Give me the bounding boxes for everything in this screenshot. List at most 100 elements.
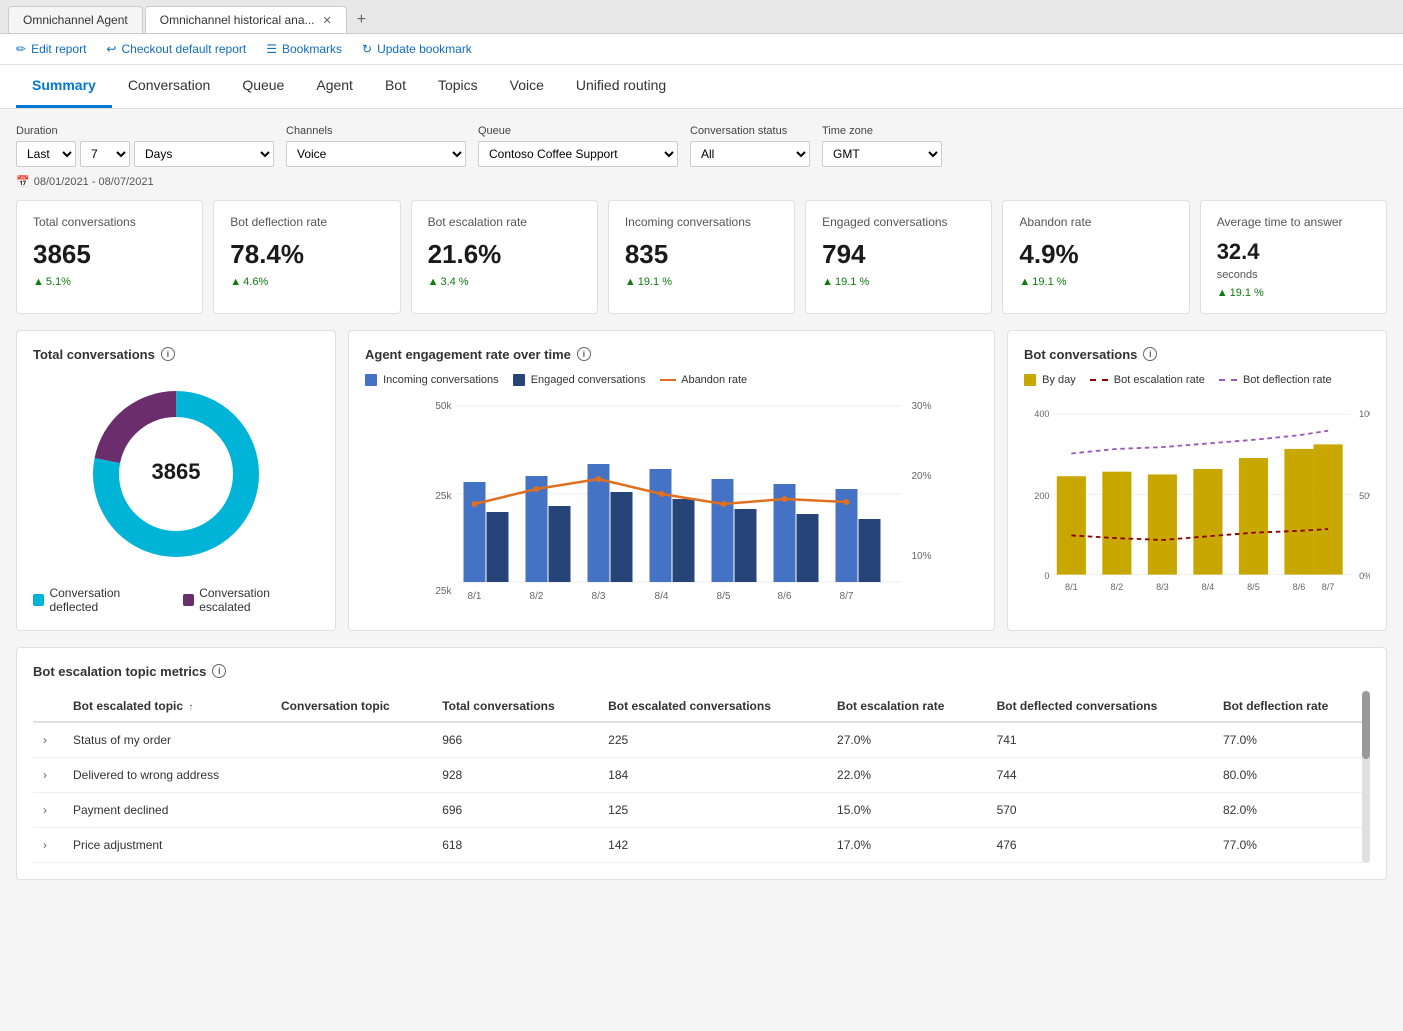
new-tab-button[interactable]: + — [349, 7, 374, 33]
tab-unified-routing[interactable]: Unified routing — [560, 65, 682, 108]
th-bot-escalation-rate[interactable]: Bot escalation rate — [827, 691, 987, 722]
th-conversation-topic[interactable]: Conversation topic — [271, 691, 432, 722]
bookmarks-button[interactable]: ☰ Bookmarks — [266, 42, 342, 56]
toolbar: ✏ Edit report ↩ Checkout default report … — [0, 34, 1403, 65]
bar-engaged-5 — [735, 509, 757, 582]
table-row: › Status of my order 966 225 27.0% 741 7… — [33, 722, 1370, 758]
kpi-average-time-to-answer: Average time to answer 32.4 seconds ▲ 19… — [1200, 200, 1387, 314]
th-bot-deflection-rate[interactable]: Bot deflection rate — [1213, 691, 1370, 722]
bar-incoming-1 — [464, 482, 486, 582]
kpi-value: 4.9% — [1019, 239, 1172, 270]
expand-row-button[interactable]: › — [43, 768, 47, 782]
legend-defl-rate: Bot deflection rate — [1219, 374, 1332, 386]
kpi-value: 794 — [822, 239, 975, 270]
update-bookmark-button[interactable]: ↻ Update bookmark — [362, 42, 472, 56]
legend-color-incoming — [365, 374, 377, 386]
th-total-conversations[interactable]: Total conversations — [432, 691, 598, 722]
tab-agent[interactable]: Agent — [300, 65, 369, 108]
info-icon[interactable]: i — [1143, 347, 1157, 361]
tab-voice[interactable]: Voice — [494, 65, 560, 108]
svg-text:20%: 20% — [912, 471, 932, 482]
th-bot-escalated-convs[interactable]: Bot escalated conversations — [598, 691, 827, 722]
kpi-change: ▲ 19.1 % — [1019, 276, 1172, 288]
chart-title: Agent engagement rate over time i — [365, 347, 978, 362]
td-defl-rate: 82.0% — [1213, 792, 1370, 827]
td-topic: Delivered to wrong address — [63, 757, 271, 792]
tab-omnichannel-agent[interactable]: Omnichannel Agent — [8, 6, 143, 33]
tab-conversation[interactable]: Conversation — [112, 65, 227, 108]
th-bot-deflected-convs[interactable]: Bot deflected conversations — [987, 691, 1213, 722]
arrow-up-icon: ▲ — [33, 276, 44, 288]
bar-engaged-6 — [797, 514, 819, 582]
kpi-title: Average time to answer — [1217, 215, 1370, 231]
expand-row-button[interactable]: › — [43, 838, 47, 852]
td-deflected: 744 — [987, 757, 1213, 792]
td-defl-rate: 77.0% — [1213, 722, 1370, 758]
duration-label: Duration — [16, 125, 274, 137]
svg-text:8/3: 8/3 — [1156, 582, 1169, 592]
legend-label-deflected: Conversation deflected — [49, 586, 166, 614]
duration-inputs: Last 7 Days — [16, 141, 274, 167]
checkout-default-button[interactable]: ↩ Checkout default report — [106, 42, 246, 56]
bot-conversations-svg: 400 200 0 100% 50% 0% — [1024, 394, 1370, 604]
charts-row: Total conversations i 3865 Conversation … — [16, 330, 1387, 631]
donut-center-value: 3865 — [152, 459, 201, 484]
arrow-up-icon: ▲ — [230, 276, 241, 288]
kpi-sub: seconds — [1217, 269, 1370, 281]
svg-text:8/3: 8/3 — [592, 591, 606, 602]
tab-historical-analytics[interactable]: Omnichannel historical ana... ✕ — [145, 6, 347, 33]
bookmarks-label: Bookmarks — [282, 42, 342, 56]
kpi-value: 21.6% — [428, 239, 581, 270]
tab-label: Omnichannel historical ana... — [160, 13, 315, 27]
tab-topics[interactable]: Topics — [422, 65, 494, 108]
bar-incoming-5 — [712, 479, 734, 582]
svg-text:8/4: 8/4 — [655, 591, 669, 602]
chart-legend: Incoming conversations Engaged conversat… — [365, 374, 978, 386]
bar-day-4 — [1193, 469, 1222, 575]
kpi-change: ▲ 19.1 % — [625, 276, 778, 288]
td-conv-topic — [271, 827, 432, 862]
info-icon[interactable]: i — [161, 347, 175, 361]
legend-color-engaged — [513, 374, 525, 386]
timezone-filter: Time zone GMT — [822, 125, 942, 167]
channels-label: Channels — [286, 125, 466, 137]
info-icon[interactable]: i — [577, 347, 591, 361]
tab-bot[interactable]: Bot — [369, 65, 422, 108]
td-deflected: 741 — [987, 722, 1213, 758]
expand-row-button[interactable]: › — [43, 733, 47, 747]
table-header: Bot escalated topic ↑ Conversation topic… — [33, 691, 1370, 722]
scrollbar-thumb[interactable] — [1362, 691, 1370, 760]
duration-type-select[interactable]: Last — [16, 141, 76, 167]
tab-queue[interactable]: Queue — [226, 65, 300, 108]
legend-escalated: Conversation escalated — [183, 586, 319, 614]
table-scrollbar[interactable] — [1362, 691, 1370, 863]
duration-unit-select[interactable]: Days — [134, 141, 274, 167]
legend-engaged: Engaged conversations — [513, 374, 646, 386]
duration-value-select[interactable]: 7 — [80, 141, 130, 167]
donut-legend: Conversation deflected Conversation esca… — [33, 586, 319, 614]
queue-select[interactable]: Contoso Coffee Support — [478, 141, 678, 167]
timezone-select[interactable]: GMT — [822, 141, 942, 167]
td-defl-rate: 77.0% — [1213, 827, 1370, 862]
kpi-title: Total conversations — [33, 215, 186, 231]
main-content: Duration Last 7 Days Channels Voice Queu… — [0, 109, 1403, 1020]
td-esc-rate: 15.0% — [827, 792, 987, 827]
tab-summary[interactable]: Summary — [16, 65, 112, 108]
svg-text:25k: 25k — [435, 491, 452, 502]
conv-status-select[interactable]: All — [690, 141, 810, 167]
browser-tab-bar: Omnichannel Agent Omnichannel historical… — [0, 0, 1403, 34]
legend-incoming: Incoming conversations — [365, 374, 499, 386]
edit-report-button[interactable]: ✏ Edit report — [16, 42, 86, 56]
info-icon[interactable]: i — [212, 664, 226, 678]
channels-select[interactable]: Voice — [286, 141, 466, 167]
expand-row-button[interactable]: › — [43, 803, 47, 817]
svg-text:30%: 30% — [912, 401, 932, 412]
th-bot-escalated-topic[interactable]: Bot escalated topic ↑ — [63, 691, 271, 722]
svg-text:25k: 25k — [435, 586, 452, 597]
td-topic: Status of my order — [63, 722, 271, 758]
bar-engaged-3 — [611, 492, 633, 582]
close-tab-icon[interactable]: ✕ — [323, 14, 332, 27]
td-esc-rate: 17.0% — [827, 827, 987, 862]
calendar-icon: 📅 — [16, 175, 30, 188]
legend-color-escalated — [183, 594, 194, 606]
